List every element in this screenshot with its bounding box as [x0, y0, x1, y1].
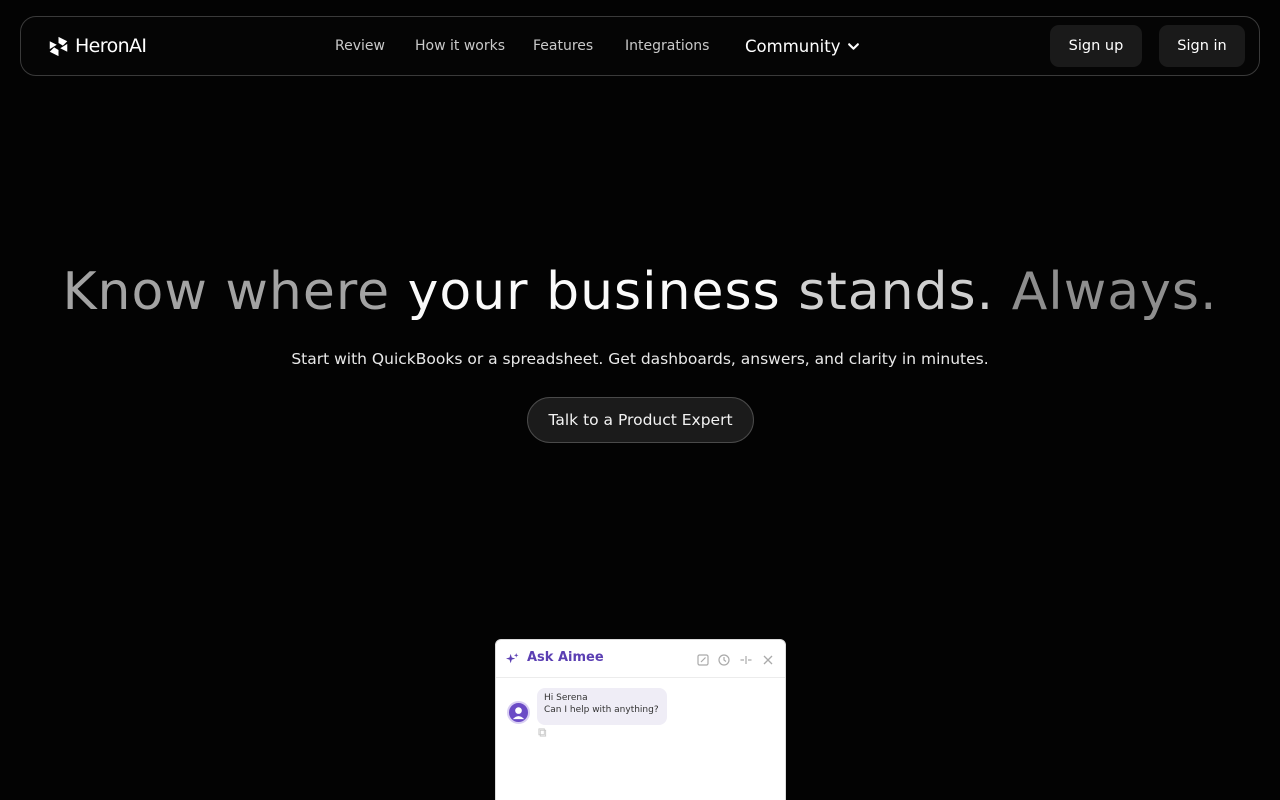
copy-icon[interactable] [538, 728, 547, 737]
collapse-icon[interactable] [739, 652, 753, 666]
headline-part-3: stands. [780, 262, 995, 322]
nav-link-features[interactable]: Features [533, 17, 593, 75]
hero-headline: Know where your business stands. Always. [0, 262, 1280, 322]
talk-to-expert-button[interactable]: Talk to a Product Expert [527, 397, 754, 443]
nav-link-how-it-works[interactable]: How it works [415, 17, 505, 75]
brand-name: HeronAI [75, 35, 147, 57]
community-dropdown[interactable]: Community [745, 17, 860, 75]
sign-up-button[interactable]: Sign up [1050, 25, 1142, 67]
close-icon[interactable] [761, 652, 775, 666]
greeting-line-1: Hi Serena [544, 693, 588, 703]
headline-part-4: Always. [994, 262, 1218, 322]
hero-subheadline: Start with QuickBooks or a spreadsheet. … [291, 350, 989, 368]
headline-part-2: your business [407, 262, 781, 322]
sparkle-icon [506, 653, 519, 664]
heron-logo-icon [49, 36, 68, 56]
assistant-avatar [507, 701, 530, 724]
widget-title: Ask Aimee [527, 650, 604, 665]
sign-in-button[interactable]: Sign in [1159, 25, 1245, 67]
headline-part-1: Know where [62, 262, 408, 322]
user-icon [512, 707, 525, 720]
greeting-line-2: Can I help with anything? [544, 704, 659, 715]
greeting-bubble: Hi Serena Can I help with anything? [537, 688, 667, 725]
community-label: Community [745, 36, 841, 56]
brand-logo[interactable]: HeronAI [48, 17, 147, 75]
nav-link-review[interactable]: Review [335, 17, 385, 75]
chevron-down-icon [847, 42, 859, 50]
history-icon[interactable] [717, 652, 731, 666]
nav-link-integrations[interactable]: Integrations [625, 17, 709, 75]
widget-header: Ask Aimee [496, 640, 785, 678]
top-navbar: HeronAI Review How it works Features Int… [20, 16, 1260, 76]
ask-aimee-widget: Ask Aimee Hi Serena Can I help with anyt… [495, 639, 786, 800]
edit-icon[interactable] [696, 652, 710, 666]
